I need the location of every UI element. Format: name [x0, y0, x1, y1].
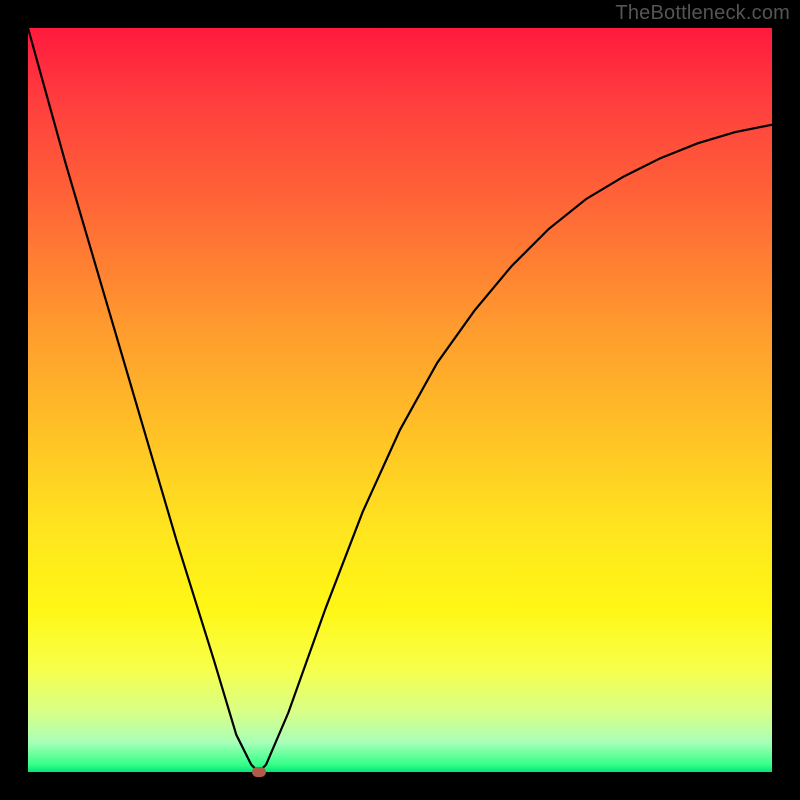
optimal-point-marker [252, 767, 266, 777]
chart-frame: TheBottleneck.com [0, 0, 800, 800]
plot-area [28, 28, 772, 772]
bottleneck-curve [28, 28, 772, 772]
watermark-text: TheBottleneck.com [615, 2, 790, 25]
